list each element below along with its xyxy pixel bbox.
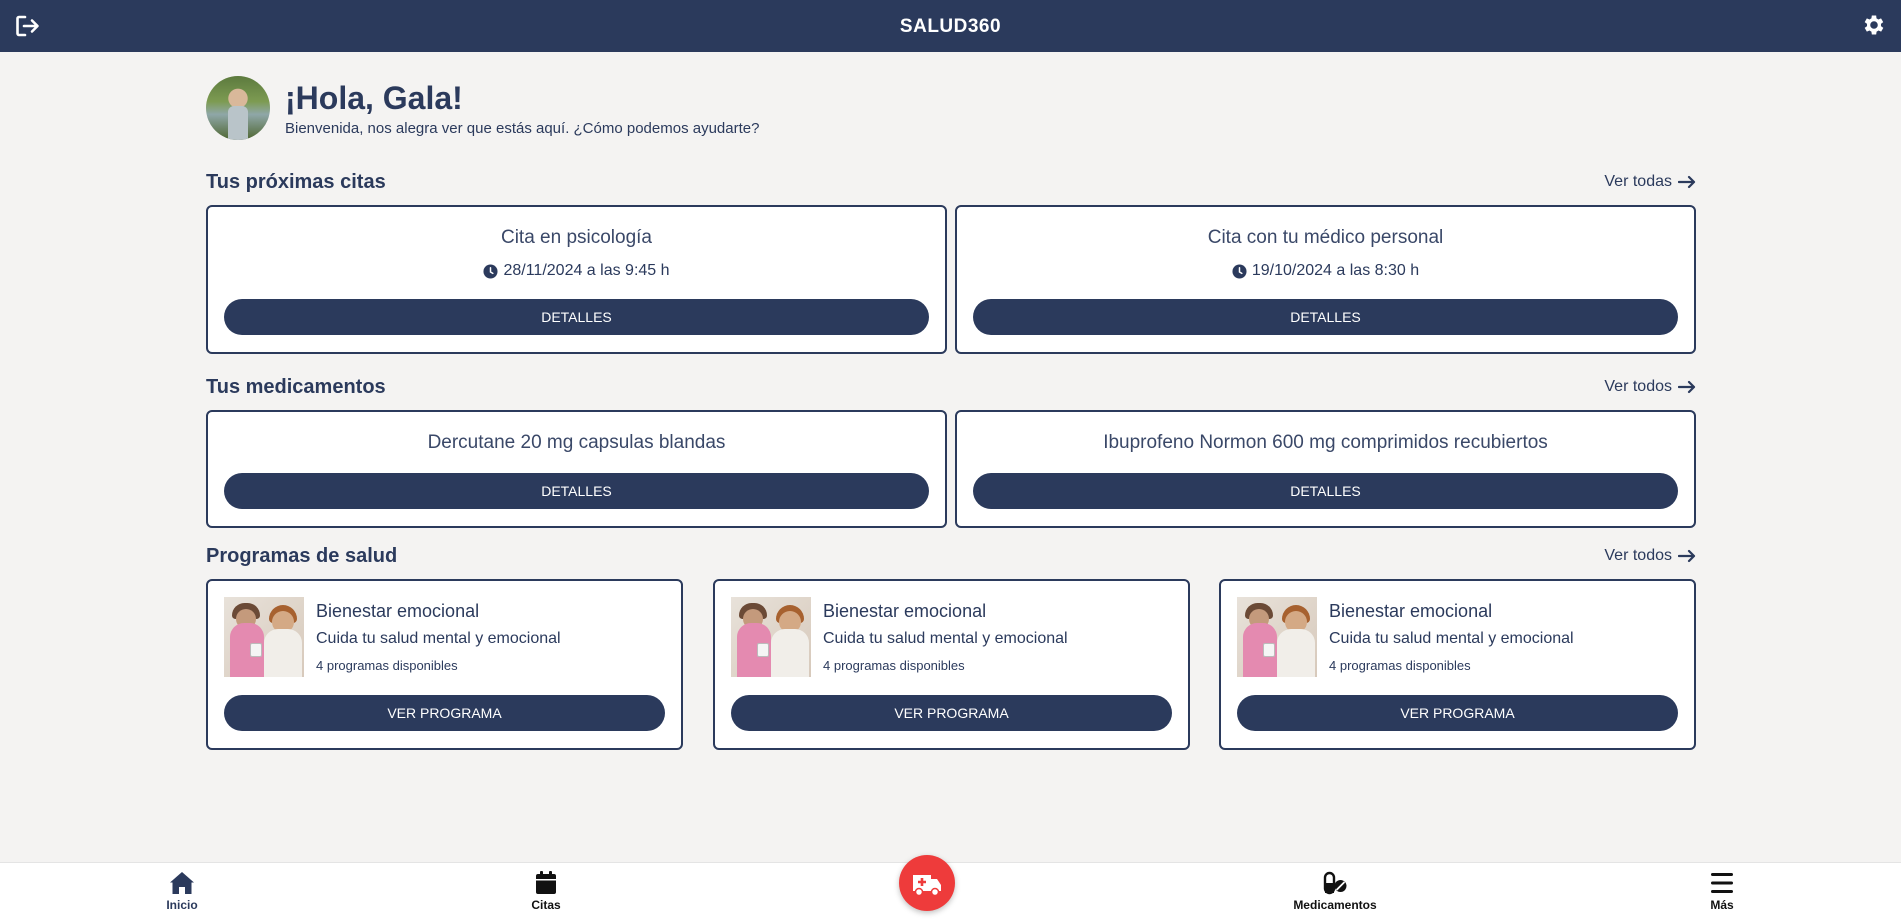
app-title: SALUD360 xyxy=(899,16,1002,37)
program-count: 4 programas disponibles xyxy=(823,658,965,673)
program-subtitle: Cuida tu salud mental y emocional xyxy=(823,630,1068,647)
greeting: ¡Hola, Gala! Bienvenida, nos alegra ver … xyxy=(206,76,1006,142)
program-text: Bienestar emocional Cuida tu salud menta… xyxy=(316,581,561,673)
details-button[interactable]: DETALLES xyxy=(224,299,929,335)
program-title: Bienestar emocional xyxy=(1329,601,1493,621)
home-icon xyxy=(170,872,194,894)
top-bar: SALUD360 xyxy=(0,0,1901,52)
program-image xyxy=(731,597,811,677)
program-count: 4 programas disponibles xyxy=(1329,658,1471,673)
program-image xyxy=(1237,597,1317,677)
menu-icon xyxy=(1711,873,1733,893)
appointment-name: Cita en psicología xyxy=(500,227,653,248)
greeting-title: ¡Hola, Gala! xyxy=(285,80,463,116)
nav-label: Medicamentos xyxy=(1293,898,1377,912)
appointment-name: Cita con tu médico personal xyxy=(1207,227,1444,248)
nav-label: Citas xyxy=(531,898,561,912)
appointments-title: Tus próximas citas xyxy=(206,171,386,193)
avatar xyxy=(206,76,270,140)
appointment-card: Cita con tu médico personal 19/10/2024 a… xyxy=(955,205,1696,354)
nav-item-mas[interactable]: Más xyxy=(1662,870,1782,912)
medications-see-all-link[interactable]: Ver todos xyxy=(1604,378,1696,396)
appointment-card: Cita en psicología 28/11/2024 a las 9:45… xyxy=(206,205,947,354)
appointment-time-text: 19/10/2024 a las 8:30 h xyxy=(1251,262,1420,279)
nav-label: Inicio xyxy=(166,898,198,912)
see-all-label: Ver todos xyxy=(1604,547,1672,564)
program-subtitle: Cuida tu salud mental y emocional xyxy=(1329,630,1574,647)
medication-name: Ibuprofeno Normon 600 mg comprimidos rec… xyxy=(1103,432,1548,453)
nav-label: Más xyxy=(1710,898,1734,912)
programs-see-all-link[interactable]: Ver todos xyxy=(1604,547,1696,565)
program-count: 4 programas disponibles xyxy=(316,658,458,673)
arrow-right-icon xyxy=(1678,549,1696,563)
medication-card: Dercutane 20 mg capsulas blandas DETALLE… xyxy=(206,410,947,528)
view-program-button[interactable]: VER PROGRAMA xyxy=(224,695,665,731)
program-card: Bienestar emocional Cuida tu salud menta… xyxy=(206,579,683,750)
appointments-see-all-link[interactable]: Ver todas xyxy=(1604,173,1696,191)
ambulance-icon xyxy=(913,875,941,897)
see-all-label: Ver todos xyxy=(1604,378,1672,395)
gear-icon[interactable] xyxy=(1861,12,1887,38)
appointment-time: 28/11/2024 a las 9:45 h xyxy=(208,262,945,280)
view-program-button[interactable]: VER PROGRAMA xyxy=(1237,695,1678,731)
appointment-time-text: 28/11/2024 a las 9:45 h xyxy=(503,262,670,279)
greeting-subtitle: Bienvenida, nos alegra ver que estás aqu… xyxy=(285,120,760,137)
clock-icon xyxy=(1232,263,1247,279)
program-text: Bienestar emocional Cuida tu salud menta… xyxy=(1329,581,1574,673)
medication-name: Dercutane 20 mg capsulas blandas xyxy=(427,432,726,453)
nav-item-medicamentos[interactable]: Medicamentos xyxy=(1275,870,1395,912)
calendar-icon xyxy=(536,871,556,894)
see-all-label: Ver todas xyxy=(1604,173,1672,190)
arrow-right-icon xyxy=(1678,175,1696,189)
program-card: Bienestar emocional Cuida tu salud menta… xyxy=(713,579,1190,750)
medications-title: Tus medicamentos xyxy=(206,376,386,398)
nav-item-citas[interactable]: Citas xyxy=(486,870,606,912)
program-title: Bienestar emocional xyxy=(316,601,480,621)
medication-card: Ibuprofeno Normon 600 mg comprimidos rec… xyxy=(955,410,1696,528)
details-button[interactable]: DETALLES xyxy=(973,299,1678,335)
program-text: Bienestar emocional Cuida tu salud menta… xyxy=(823,581,1068,673)
view-program-button[interactable]: VER PROGRAMA xyxy=(731,695,1172,731)
program-title: Bienestar emocional xyxy=(823,601,987,621)
programs-title: Programas de salud xyxy=(206,545,398,567)
program-subtitle: Cuida tu salud mental y emocional xyxy=(316,630,561,647)
pills-icon xyxy=(1323,871,1347,895)
program-image xyxy=(224,597,304,677)
appointment-time: 19/10/2024 a las 8:30 h xyxy=(957,262,1694,280)
details-button[interactable]: DETALLES xyxy=(973,473,1678,509)
program-card: Bienestar emocional Cuida tu salud menta… xyxy=(1219,579,1696,750)
details-button[interactable]: DETALLES xyxy=(224,473,929,509)
clock-icon xyxy=(483,263,498,279)
arrow-right-icon xyxy=(1678,380,1696,394)
emergency-button[interactable] xyxy=(899,855,955,911)
nav-item-inicio[interactable]: Inicio xyxy=(122,870,242,912)
